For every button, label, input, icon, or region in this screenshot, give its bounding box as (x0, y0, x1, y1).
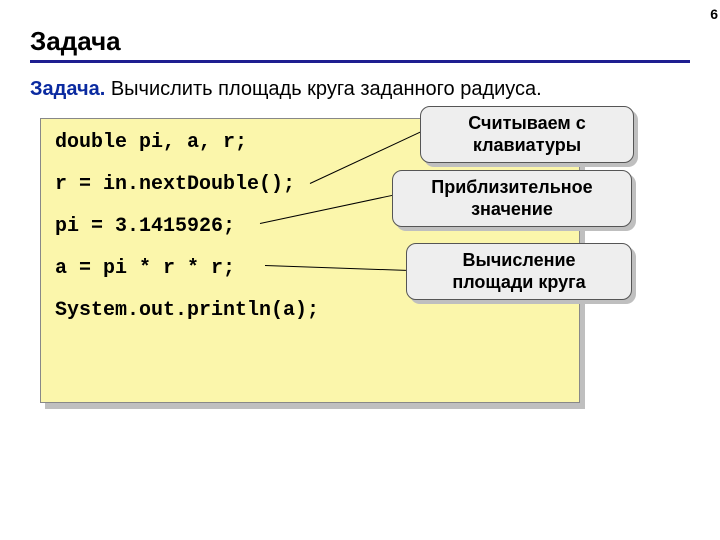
code-line: System.out.println(a); (55, 301, 565, 321)
problem-statement: Задача. Вычислить площадь круга заданног… (30, 78, 542, 101)
callout-approx-value: Приблизительное значение (392, 170, 632, 227)
problem-label: Задача. (30, 78, 105, 100)
callout-text: площади круга (452, 272, 585, 292)
callout-text: Считываем с (468, 113, 585, 133)
callout-text: клавиатуры (473, 135, 581, 155)
callout-text: значение (471, 199, 553, 219)
callout-compute-area: Вычисление площади круга (406, 243, 632, 300)
callout-read-keyboard: Считываем с клавиатуры (420, 106, 634, 163)
problem-text: Вычислить площадь круга заданного радиус… (105, 78, 541, 100)
title-underline (30, 60, 690, 63)
callout-text: Приблизительное (431, 177, 592, 197)
callout-text: Вычисление (462, 250, 575, 270)
slide-title: Задача (30, 26, 121, 57)
page-number: 6 (710, 6, 718, 22)
